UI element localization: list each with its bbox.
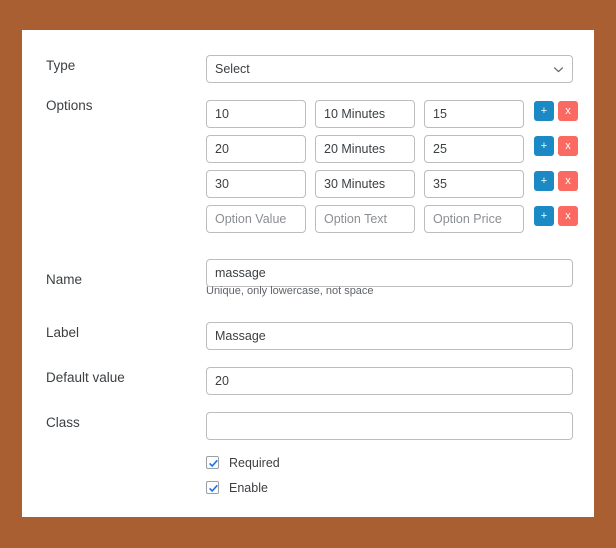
option-value-input[interactable] [206, 205, 306, 233]
option-value-input[interactable] [206, 135, 306, 163]
option-value-input[interactable] [206, 100, 306, 128]
label-label: Label [46, 325, 80, 340]
label-field [206, 322, 573, 350]
checkbox-checked-icon[interactable] [206, 481, 219, 494]
enable-checkbox-label: Enable [229, 481, 268, 495]
class-field [206, 412, 573, 440]
default-value-input[interactable] [206, 367, 573, 395]
delete-option-button[interactable]: x [558, 136, 578, 156]
options-label: Options [46, 98, 93, 113]
label-input[interactable] [206, 322, 573, 350]
option-text-input[interactable] [315, 205, 415, 233]
delete-option-button[interactable]: x [558, 171, 578, 191]
checkbox-checked-icon[interactable] [206, 456, 219, 469]
name-input[interactable] [206, 259, 573, 287]
type-label: Type [46, 58, 76, 73]
default-value-label: Default value [46, 370, 125, 385]
option-price-input[interactable] [424, 170, 524, 198]
option-text-input[interactable] [315, 100, 415, 128]
class-label: Class [46, 415, 80, 430]
option-price-input[interactable] [424, 100, 524, 128]
type-field: Select [206, 55, 573, 83]
option-text-input[interactable] [315, 135, 415, 163]
name-help-text: Unique, only lowercase, not space [206, 285, 374, 297]
class-input[interactable] [206, 412, 573, 440]
form-card: Type Select Options + x [22, 30, 594, 517]
option-text-input[interactable] [315, 170, 415, 198]
delete-option-button[interactable]: x [558, 206, 578, 226]
type-select[interactable]: Select [206, 55, 573, 83]
add-option-button[interactable]: + [534, 206, 554, 226]
add-option-button[interactable]: + [534, 171, 554, 191]
default-value-field [206, 367, 573, 395]
option-price-input[interactable] [424, 205, 524, 233]
required-checkbox-label: Required [229, 456, 280, 470]
delete-option-button[interactable]: x [558, 101, 578, 121]
add-option-button[interactable]: + [534, 136, 554, 156]
option-value-input[interactable] [206, 170, 306, 198]
name-field [206, 259, 573, 287]
name-label: Name [46, 272, 83, 287]
add-option-button[interactable]: + [534, 101, 554, 121]
option-price-input[interactable] [424, 135, 524, 163]
